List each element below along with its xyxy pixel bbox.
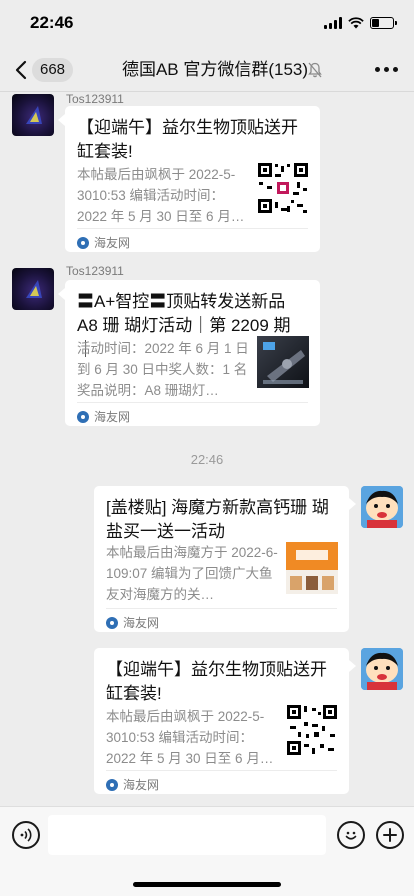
status-bar: 22:46 — [0, 0, 414, 48]
link-card[interactable]: 【迎端午】益尔生物顶贴送开缸套装! 本帖最后由飒枫于 2022-5-3010:5… — [94, 648, 349, 794]
avatar[interactable] — [361, 648, 403, 690]
site-logo-icon — [77, 236, 89, 249]
chat-title[interactable]: 德国AB 官方微信群(153) — [100, 58, 330, 82]
card-title: [盖楼贴] 海魔方新款高钙珊 瑚盐买一送一活动 — [106, 498, 329, 541]
chat-header: 668 德国AB 官方微信群(153) — [0, 48, 414, 92]
link-card[interactable]: 〓A+智控〓顶贴转发送新品 A8 珊 瑚灯活动｜第 2209 期｜ 活动时间：2… — [65, 280, 320, 426]
emoji-button[interactable] — [337, 821, 365, 849]
card-description: 本帖最后由海魔方于 2022-6-109:07 编辑为了回馈广大鱼友对海魔方的关… — [106, 545, 278, 602]
promo-thumbnail — [286, 542, 338, 594]
link-card[interactable]: 【迎端午】益尔生物顶贴送开缸套装! 本帖最后由飒枫于 2022-5-3010:5… — [65, 106, 320, 252]
avatar[interactable] — [12, 268, 54, 310]
card-description: 活动时间：2022 年 6 月 1 日到 6 月 30 日中奖人数：1 名奖品说… — [77, 341, 249, 398]
bell-off-icon — [308, 62, 322, 78]
site-logo-icon — [106, 616, 118, 629]
avatar[interactable] — [12, 94, 54, 136]
chat-message-list[interactable]: Tos123911 【迎端午】益尔生物顶贴送开缸套装! 本帖最后由飒枫于 202… — [0, 92, 414, 806]
avatar[interactable] — [361, 486, 403, 528]
status-icons — [324, 16, 397, 30]
back-button[interactable] — [12, 58, 30, 82]
battery-icon — [370, 17, 397, 29]
chat-message: Tos123911 【迎端午】益尔生物顶贴送开缸套装! 本帖最后由飒枫于 202… — [0, 92, 414, 257]
site-logo-icon — [77, 410, 89, 423]
card-description: 本帖最后由飒枫于 2022-5-3010:53 编辑活动时间：2022 年 5 … — [106, 709, 274, 766]
emoji-icon — [345, 831, 357, 840]
message-input[interactable] — [48, 815, 326, 855]
voice-icon — [20, 828, 32, 842]
qr-code-thumbnail — [257, 162, 309, 214]
plus-button[interactable] — [376, 821, 404, 849]
more-button[interactable] — [375, 67, 398, 72]
card-title: 【迎端午】益尔生物顶贴送开缸套装! — [106, 660, 327, 703]
link-card[interactable]: [盖楼贴] 海魔方新款高钙珊 瑚盐买一送一活动 本帖最后由海魔方于 2022-6… — [94, 486, 349, 632]
site-logo-icon — [106, 778, 118, 791]
card-source: 海友网 — [106, 614, 159, 631]
status-time: 22:46 — [30, 13, 74, 32]
wifi-icon — [348, 17, 364, 29]
plus-icon — [383, 828, 397, 842]
sender-name: Tos123911 — [66, 264, 124, 278]
chat-message: 【迎端午】益尔生物顶贴送开缸套装! 本帖最后由飒枫于 2022-5-3010:5… — [0, 648, 414, 798]
home-indicator — [133, 882, 281, 887]
sender-name: Tos123911 — [66, 92, 124, 106]
card-description: 本帖最后由飒枫于 2022-5-3010:53 编辑活动时间：2022 年 5 … — [77, 167, 245, 224]
chat-message: [盖楼贴] 海魔方新款高钙珊 瑚盐买一送一活动 本帖最后由海魔方于 2022-6… — [0, 486, 414, 636]
voice-button[interactable] — [12, 821, 40, 849]
card-source: 海友网 — [77, 234, 130, 251]
cellular-signal-icon — [324, 17, 342, 29]
chevron-left-icon — [15, 60, 27, 80]
chat-message: Tos123911 〓A+智控〓顶贴转发送新品 A8 珊 瑚灯活动｜第 2209… — [0, 264, 414, 434]
card-title: 【迎端午】益尔生物顶贴送开缸套装! — [77, 118, 298, 161]
card-source: 海友网 — [77, 408, 130, 425]
qr-code-thumbnail — [286, 704, 338, 756]
timestamp-divider: 22:46 — [190, 452, 224, 467]
unread-count-badge[interactable]: 668 — [32, 58, 74, 82]
card-source: 海友网 — [106, 776, 159, 793]
product-thumbnail — [257, 336, 309, 388]
